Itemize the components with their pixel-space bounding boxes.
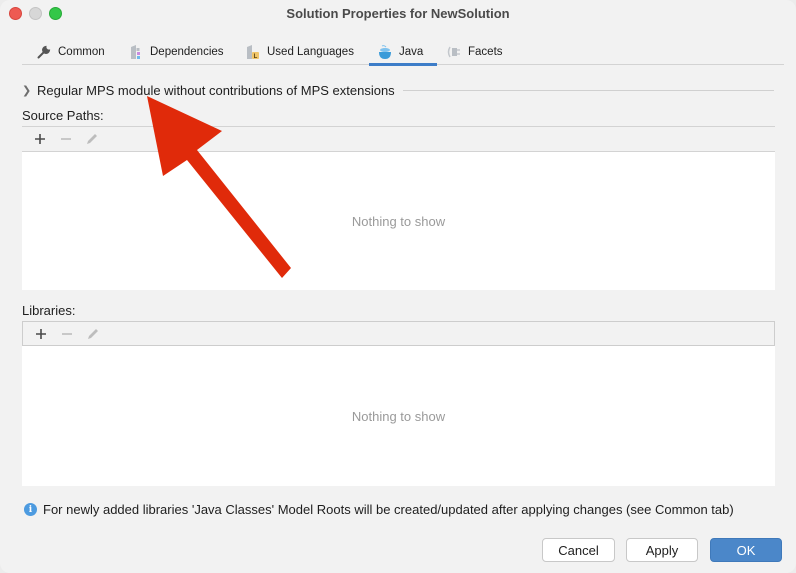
info-message: i For newly added libraries 'Java Classe…	[24, 502, 734, 517]
source-paths-list[interactable]: Nothing to show	[22, 151, 775, 290]
tab-label: Java	[399, 45, 424, 58]
tab-common[interactable]: Common	[36, 38, 105, 65]
java-cup-icon	[377, 44, 393, 60]
solution-properties-dialog: Solution Properties for NewSolution Comm…	[0, 0, 796, 573]
remove-icon	[62, 332, 72, 335]
edit-source-path-button[interactable]	[79, 129, 105, 149]
source-paths-toolbar	[22, 126, 775, 151]
separator	[402, 90, 774, 91]
info-text: For newly added libraries 'Java Classes'…	[43, 502, 734, 517]
used-languages-icon: L	[245, 44, 261, 60]
tab-facets[interactable]: Facets	[446, 38, 503, 65]
source-paths-label: Source Paths:	[22, 108, 104, 123]
tab-bar: Common Dependencies L Used Languages Jav…	[22, 38, 784, 66]
remove-library-button[interactable]	[54, 324, 80, 344]
window-title: Solution Properties for NewSolution	[286, 6, 510, 21]
libraries-empty-text: Nothing to show	[351, 408, 446, 424]
dependencies-icon	[128, 44, 144, 60]
tab-label: Facets	[468, 45, 503, 58]
svg-text:L: L	[254, 54, 258, 60]
tab-label: Common	[58, 45, 105, 58]
edit-icon	[88, 328, 98, 339]
module-kind-expander[interactable]: ❯ Regular MPS module without contributio…	[22, 82, 774, 99]
chevron-right-icon: ❯	[22, 85, 32, 97]
tab-used-languages[interactable]: L Used Languages	[245, 38, 354, 65]
libraries-list[interactable]: Nothing to show	[22, 346, 775, 486]
apply-button[interactable]: Apply	[626, 538, 698, 562]
add-icon	[35, 134, 45, 144]
tab-label: Dependencies	[150, 45, 224, 58]
tab-java[interactable]: Java	[368, 38, 438, 66]
info-icon: i	[24, 503, 37, 516]
remove-icon	[61, 138, 71, 140]
add-library-button[interactable]	[28, 324, 54, 344]
module-kind-label: Regular MPS module without contributions…	[37, 83, 395, 98]
add-icon	[36, 328, 46, 339]
title-bar: Solution Properties for NewSolution	[0, 0, 796, 28]
tab-dependencies[interactable]: Dependencies	[128, 38, 224, 65]
ok-button[interactable]: OK	[710, 538, 782, 562]
tab-label: Used Languages	[267, 45, 354, 58]
add-source-path-button[interactable]	[27, 129, 53, 149]
libraries-label: Libraries:	[22, 303, 76, 318]
edit-icon	[87, 134, 97, 144]
wrench-icon	[36, 44, 52, 60]
cancel-button[interactable]: Cancel	[542, 538, 615, 562]
facets-plug-icon	[446, 44, 462, 60]
remove-source-path-button[interactable]	[53, 129, 79, 149]
libraries-toolbar	[22, 321, 775, 346]
source-paths-empty-text: Nothing to show	[351, 213, 446, 229]
edit-library-button[interactable]	[80, 324, 106, 344]
